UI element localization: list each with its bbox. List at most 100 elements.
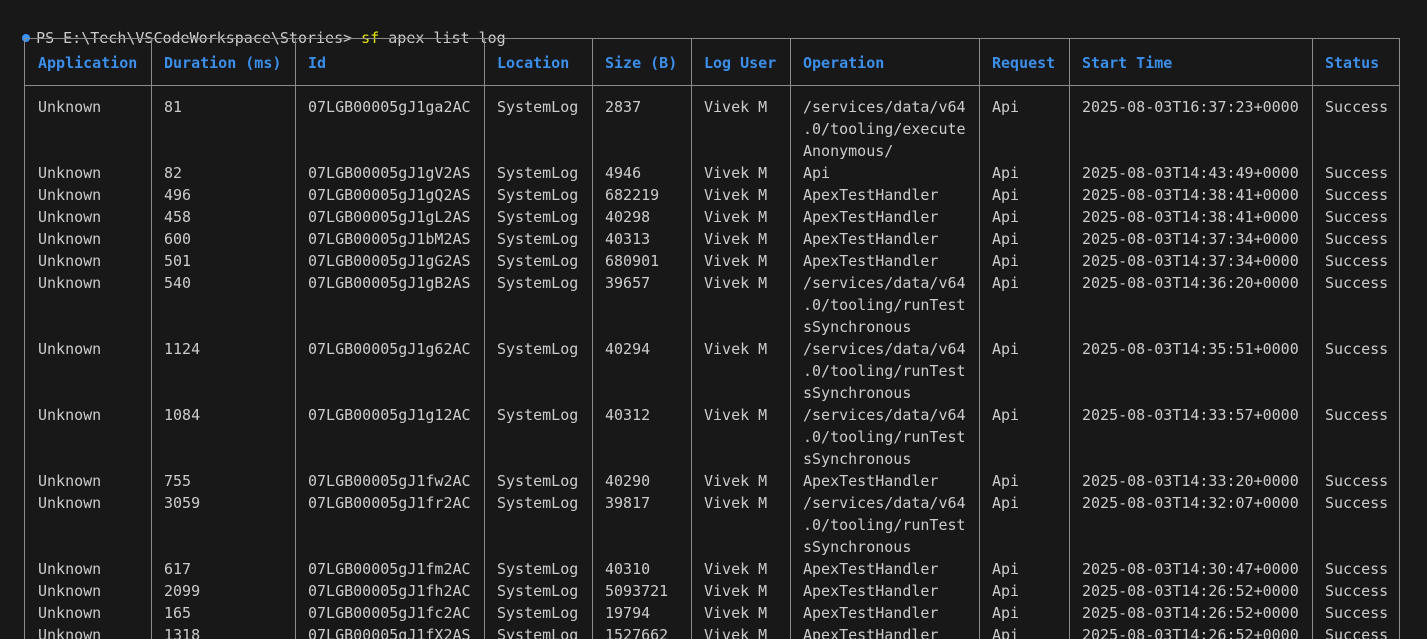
cell-status: Success (1325, 406, 1389, 424)
cell-location: SystemLog (497, 208, 579, 226)
cell-log-user: Vivek M (704, 186, 768, 204)
cell-status: Success (1325, 208, 1389, 226)
cell-duration: 458 (164, 208, 192, 226)
cell-size: 39657 (605, 274, 651, 292)
cell-duration: 3059 (164, 494, 201, 512)
cell-id: 07LGB00005gJ1fh2AC (308, 582, 471, 600)
cell-request: Api (992, 472, 1020, 490)
cell-operation: /services/data/v64 .0/tooling/execute An… (803, 98, 966, 160)
column-header-duration: Duration (ms) (164, 54, 282, 72)
table-row: Unknown 501 07LGB00005gJ1gG2AS SystemLog 680… (25, 250, 1399, 272)
cell-request: Api (992, 252, 1020, 270)
column-header-request: Request (992, 54, 1056, 72)
cell-location: SystemLog (497, 230, 579, 248)
cell-location: SystemLog (497, 164, 579, 182)
cell-location: SystemLog (497, 340, 579, 358)
cell-operation: /services/data/v64 .0/tooling/runTest sS… (803, 406, 966, 468)
cell-start-time: 2025-08-03T14:26:52+0000 (1082, 582, 1299, 600)
cell-size: 40290 (605, 472, 651, 490)
table-row: Unknown 1124 07LGB00005gJ1g62AC SystemLog 40… (25, 338, 1399, 404)
column-header-size: Size (B) (605, 54, 678, 72)
cell-duration: 165 (164, 604, 192, 622)
cell-size: 40298 (605, 208, 651, 226)
cell-application: Unknown (38, 252, 102, 270)
cell-size: 2837 (605, 98, 642, 116)
table-row: Unknown 1084 07LGB00005gJ1g12AC SystemLog 40… (25, 404, 1399, 470)
cell-id: 07LGB00005gJ1fc2AC (308, 604, 471, 622)
cell-status: Success (1325, 186, 1389, 204)
cell-log-user: Vivek M (704, 626, 768, 639)
cell-id: 07LGB00005gJ1fw2AC (308, 472, 471, 490)
cell-id: 07LGB00005gJ1bM2AS (308, 230, 471, 248)
table-row: Unknown 496 07LGB00005gJ1gQ2AS SystemLog 682… (25, 184, 1399, 206)
cell-location: SystemLog (497, 560, 579, 578)
cell-id: 07LGB00005gJ1fr2AC (308, 494, 471, 512)
table-row: Unknown 458 07LGB00005gJ1gL2AS SystemLog 402… (25, 206, 1399, 228)
cell-application: Unknown (38, 98, 102, 116)
cell-operation: ApexTestHandler (803, 252, 939, 270)
cell-duration: 81 (164, 98, 183, 116)
column-header-application: Application (38, 54, 138, 72)
cell-log-user: Vivek M (704, 274, 768, 292)
cell-application: Unknown (38, 472, 102, 490)
cell-id: 07LGB00005gJ1gV2AS (308, 164, 471, 182)
cell-id: 07LGB00005gJ1fm2AC (308, 560, 471, 578)
cell-duration: 617 (164, 560, 192, 578)
cell-start-time: 2025-08-03T14:30:47+0000 (1082, 560, 1299, 578)
cell-duration: 501 (164, 252, 192, 270)
cell-application: Unknown (38, 186, 102, 204)
cell-start-time: 2025-08-03T16:37:23+0000 (1082, 98, 1299, 116)
cell-start-time: 2025-08-03T14:35:51+0000 (1082, 340, 1299, 358)
cell-operation: ApexTestHandler (803, 186, 939, 204)
column-header-log-user: Log User (704, 54, 777, 72)
cell-id: 07LGB00005gJ1g62AC (308, 340, 471, 358)
cell-status: Success (1325, 626, 1389, 639)
table-row: Unknown 81 07LGB00005gJ1ga2AC SystemLog 2837… (25, 96, 1399, 162)
cell-start-time: 2025-08-03T14:37:34+0000 (1082, 252, 1299, 270)
table-row: Unknown 617 07LGB00005gJ1fm2AC SystemLog 403… (25, 558, 1399, 580)
cell-duration: 600 (164, 230, 192, 248)
cell-application: Unknown (38, 340, 102, 358)
cell-size: 4946 (605, 164, 642, 182)
table-row: Unknown 2099 07LGB00005gJ1fh2AC SystemLog 50… (25, 580, 1399, 602)
cell-start-time: 2025-08-03T14:43:49+0000 (1082, 164, 1299, 182)
cell-operation: /services/data/v64 .0/tooling/runTest sS… (803, 494, 966, 556)
prompt-line[interactable]: PS E:\Tech\VSCodeWorkspace\Stories> sf a… (4, 8, 506, 47)
cell-size: 5093721 (605, 582, 669, 600)
cell-status: Success (1325, 98, 1389, 116)
header-divider (25, 85, 1399, 86)
cell-log-user: Vivek M (704, 494, 768, 512)
cell-start-time: 2025-08-03T14:26:52+0000 (1082, 604, 1299, 622)
column-header-status: Status (1325, 54, 1380, 72)
cell-size: 19794 (605, 604, 651, 622)
cell-location: SystemLog (497, 494, 579, 512)
cell-operation: ApexTestHandler (803, 626, 939, 639)
cell-duration: 496 (164, 186, 192, 204)
cell-operation: ApexTestHandler (803, 560, 939, 578)
cell-application: Unknown (38, 494, 102, 512)
cell-request: Api (992, 230, 1020, 248)
cell-status: Success (1325, 252, 1389, 270)
cell-request: Api (992, 208, 1020, 226)
cell-id: 07LGB00005gJ1gL2AS (308, 208, 471, 226)
cell-operation: ApexTestHandler (803, 582, 939, 600)
cell-size: 1527662 (605, 626, 669, 639)
cell-log-user: Vivek M (704, 582, 768, 600)
cell-application: Unknown (38, 560, 102, 578)
cell-log-user: Vivek M (704, 230, 768, 248)
column-header-id: Id (308, 54, 327, 72)
cell-status: Success (1325, 230, 1389, 248)
cell-location: SystemLog (497, 472, 579, 490)
cell-operation: ApexTestHandler (803, 472, 939, 490)
cell-application: Unknown (38, 582, 102, 600)
table-row: Unknown 165 07LGB00005gJ1fc2AC SystemLog 197… (25, 602, 1399, 624)
column-header-operation: Operation (803, 54, 885, 72)
cell-id: 07LGB00005gJ1g12AC (308, 406, 471, 424)
cell-location: SystemLog (497, 626, 579, 639)
cell-request: Api (992, 274, 1020, 292)
cell-size: 40294 (605, 340, 651, 358)
cell-start-time: 2025-08-03T14:33:20+0000 (1082, 472, 1299, 490)
cell-request: Api (992, 340, 1020, 358)
table-row: Unknown 3059 07LGB00005gJ1fr2AC SystemLog 39… (25, 492, 1399, 558)
cell-operation: ApexTestHandler (803, 230, 939, 248)
